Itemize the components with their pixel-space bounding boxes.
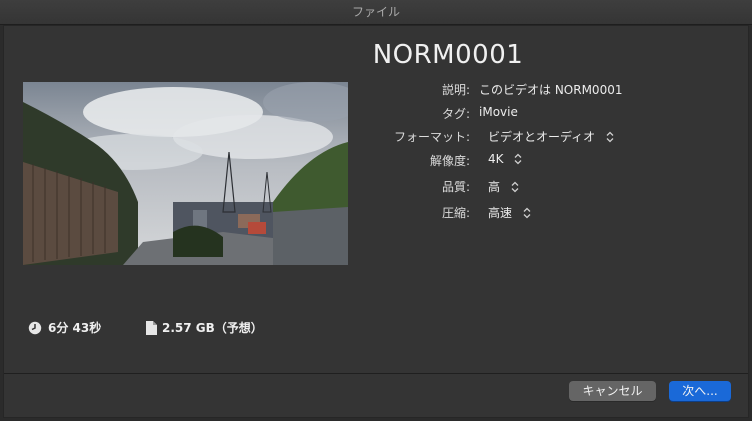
quality-value: 高 [488,180,501,194]
description-field[interactable]: このビデオは NORM0001 [479,81,622,98]
video-thumbnail [23,82,348,265]
project-name-title[interactable]: NORM0001 [368,40,528,70]
up-down-chevron-icon [514,153,522,165]
next-button[interactable]: 次へ... [669,381,731,401]
compression-popup[interactable]: 高速 [488,204,532,221]
up-down-chevron-icon [523,207,531,219]
up-down-chevron-icon [606,131,614,143]
format-label: フォーマット: [393,130,470,144]
resolution-label: 解像度: [429,154,470,168]
quality-label: 品質: [441,180,470,194]
tags-label: タグ: [441,107,470,121]
resolution-value: 4K [488,152,504,166]
format-value: ビデオとオーディオ [488,130,596,144]
window-title: ファイル [351,5,400,19]
tags-field[interactable]: iMovie [479,105,518,119]
up-down-chevron-icon [511,181,519,193]
duration-stat: 6分 43秒 [28,319,101,336]
compression-label: 圧縮: [441,206,470,220]
duration-value: 6分 43秒 [48,321,102,335]
size-stat: 2.57 GB（予想） [146,319,263,336]
footer-divider [4,373,748,374]
window-titlebar: ファイル [0,0,752,25]
format-popup[interactable]: ビデオとオーディオ [488,128,615,145]
document-icon [146,320,157,335]
description-label: 説明: [441,83,470,97]
cancel-button[interactable]: キャンセル [569,381,656,401]
compression-value: 高速 [488,206,513,220]
size-value: 2.57 GB（予想） [162,321,263,335]
quality-popup[interactable]: 高 [488,178,520,195]
resolution-popup[interactable]: 4K [488,152,523,166]
clock-icon [28,321,42,334]
